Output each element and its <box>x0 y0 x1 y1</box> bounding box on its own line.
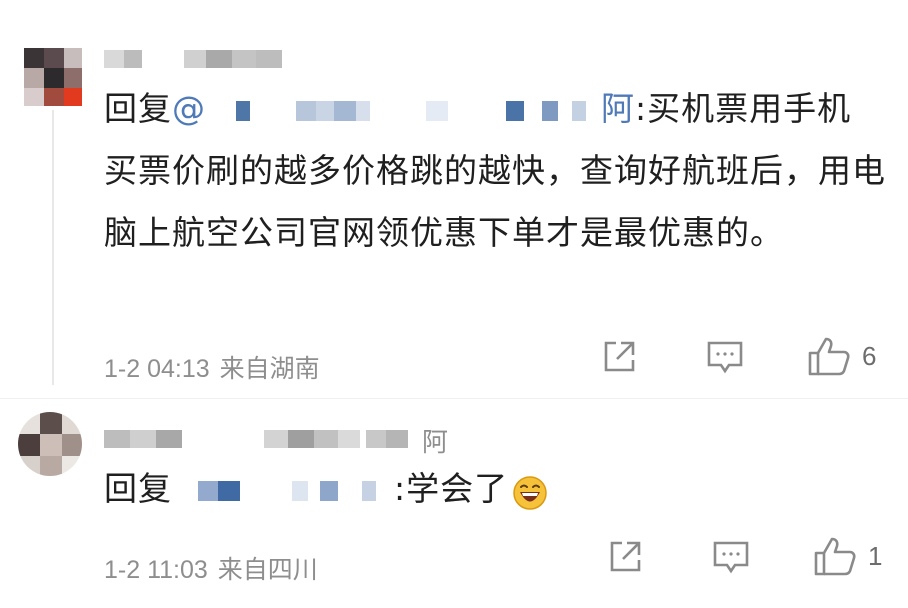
comment-icon <box>704 336 746 376</box>
location: 来自四川 <box>217 556 318 584</box>
like-icon <box>806 334 852 378</box>
username-tail: 阿 <box>422 428 449 458</box>
share-icon <box>600 336 640 376</box>
mention-link[interactable]: @ 阿 <box>172 89 635 128</box>
like-count: 1 <box>868 540 883 571</box>
share-button[interactable] <box>600 336 640 376</box>
reply-prefix: 回复 <box>104 469 172 508</box>
comment-icon <box>710 536 752 576</box>
comment-text-rest: 买票价刷的越多价格跳的越快，查询好航班后，用电脑上航空公司官网领优惠下单才是最优… <box>104 151 886 252</box>
like-button[interactable]: 1 <box>812 534 882 578</box>
comment-button[interactable] <box>704 336 746 376</box>
like-icon <box>812 534 858 578</box>
comment-meta: 1-2 11:03 来自四川 <box>104 550 318 586</box>
comment-text: 回复 :学会了 <box>104 458 894 520</box>
comment-item: 阿 回复 :学会了 1-2 11:03 来自四川 1 <box>0 398 908 608</box>
like-count: 6 <box>862 340 877 371</box>
redacted-name[interactable] <box>172 474 394 508</box>
avatar[interactable] <box>24 48 82 106</box>
comment-item: 回复@ 阿:买机票用手机买票价刷的越多价格跳的越快，查询好航班后，用电脑上航空公… <box>0 0 908 398</box>
username-redacted[interactable]: 阿 <box>104 428 464 458</box>
laughing-emoji-icon <box>512 469 548 510</box>
comment-button[interactable] <box>710 536 752 576</box>
timestamp: 1-2 04:13 <box>104 355 210 383</box>
location: 来自湖南 <box>219 355 320 383</box>
comment-text-body: :学会了 <box>394 469 509 508</box>
comment-text-line1: :买机票用手机 <box>635 89 852 128</box>
share-button[interactable] <box>606 536 646 576</box>
avatar[interactable] <box>18 412 82 476</box>
thread-line <box>52 110 54 385</box>
timestamp: 1-2 11:03 <box>104 556 208 584</box>
redacted-name <box>206 94 601 128</box>
share-icon <box>606 536 646 576</box>
like-button[interactable]: 6 <box>806 334 876 378</box>
reply-prefix: 回复 <box>104 89 172 128</box>
comment-text: 回复@ 阿:买机票用手机买票价刷的越多价格跳的越快，查询好航班后，用电脑上航空公… <box>104 78 894 264</box>
comment-meta: 1-2 04:13 来自湖南 <box>104 349 320 385</box>
username-redacted[interactable] <box>104 50 294 72</box>
